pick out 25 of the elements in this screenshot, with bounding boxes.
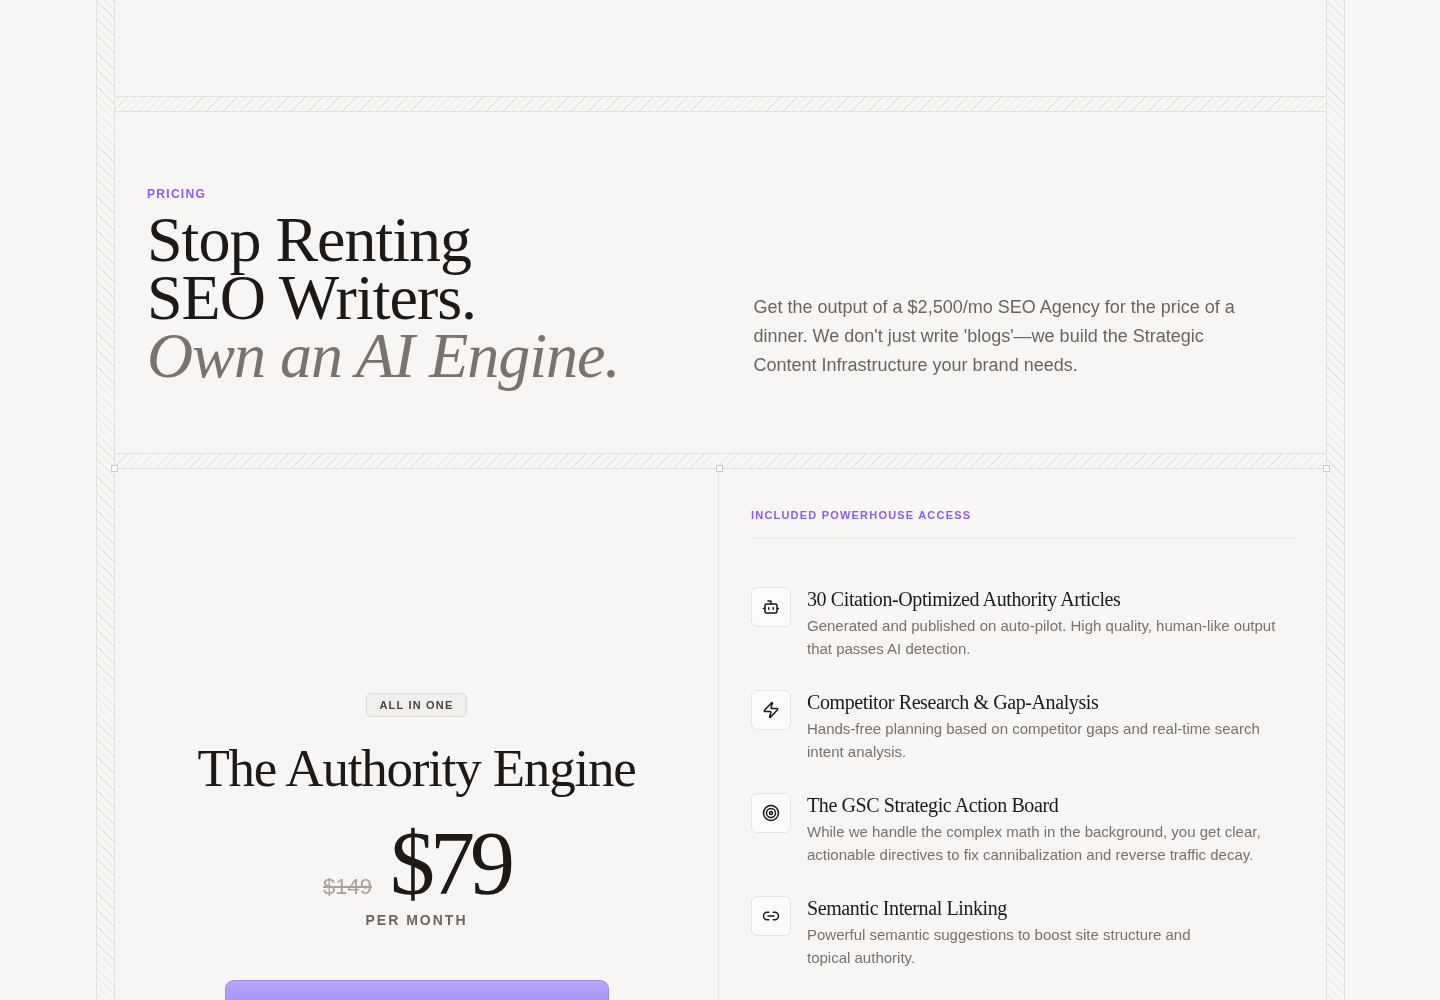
feature-title: Semantic Internal Linking	[807, 896, 1008, 920]
corner-square-icon	[111, 465, 118, 472]
old-price: $149	[323, 874, 372, 900]
feature-title: 30 Citation-Optimized Authority Articles	[807, 587, 1122, 611]
hero-description: Get the output of a $2,500/mo SEO Agency for the price of a dinner. We don't just write 'blogs'—we build the Strategic Content Infrastructure your brand needs.	[753, 296, 1236, 377]
price-period: PER MONTH	[365, 911, 468, 929]
feature-description: Hands-free planning based on competitor gaps and real-time search intent analysis.	[807, 719, 1261, 762]
feature-title: The GSC Strategic Action Board	[807, 793, 1060, 817]
plan-title: The Authority Engine	[197, 738, 636, 799]
corner-square-icon	[1323, 465, 1330, 472]
feature-description: Generated and published on auto-pilot. High quality, human-like output that passes AI detection.	[807, 616, 1277, 659]
plan-badge: ALL IN ONE	[366, 693, 467, 717]
link-icon	[751, 896, 791, 936]
feature-title: Competitor Research & Gap-Analysis	[807, 690, 1100, 714]
robot-icon	[751, 587, 791, 627]
section-eyebrow: PRICING	[147, 186, 207, 202]
feature-description: Powerful semantic suggestions to boost site structure and topical authority.	[807, 925, 1192, 968]
cta-button[interactable]	[224, 980, 609, 1000]
features-heading: INCLUDED POWERHOUSE ACCESS	[751, 508, 972, 522]
feature-description: While we handle the complex math in the background, you get clear, actionable directives to fix cannibalization and reverse traffic decay.	[807, 822, 1262, 865]
lightning-icon	[751, 690, 791, 730]
hero-title: Stop Renting SEO Writers. Own an AI Engine.	[147, 207, 621, 393]
price: $79	[389, 821, 510, 907]
corner-square-icon	[716, 465, 723, 472]
target-icon	[751, 793, 791, 833]
